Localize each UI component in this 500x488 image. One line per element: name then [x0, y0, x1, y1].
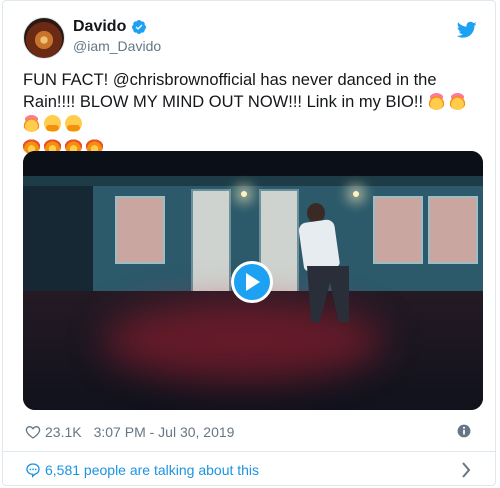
tweet-text: FUN FACT! @chrisbrownofficial has never …	[23, 71, 437, 111]
twitter-bird-icon[interactable]	[457, 21, 477, 39]
video-scene-window	[373, 196, 423, 264]
video-scene-roof	[23, 176, 483, 186]
info-icon[interactable]	[457, 424, 471, 438]
footer-divider	[3, 451, 495, 452]
exploding-head-emoji-icon	[427, 93, 445, 110]
tweet-meta: 23.1K 3:07 PM - Jul 30, 2019	[25, 422, 473, 442]
hugging-face-emoji-icon	[44, 115, 61, 132]
video-scene-door	[191, 189, 231, 293]
tweet-timestamp[interactable]: 3:07 PM - Jul 30, 2019	[94, 424, 235, 440]
video-scene-shadow	[23, 176, 93, 291]
hugging-face-emoji-icon	[65, 115, 82, 132]
conversation-link[interactable]: 6,581 people are talking about this	[25, 461, 473, 479]
user-handle[interactable]: @iam_Davido	[73, 38, 161, 54]
play-icon	[246, 273, 260, 291]
video-scene-lamp	[241, 191, 247, 197]
conversation-count-text[interactable]: 6,581 people are talking about this	[45, 462, 259, 478]
like-count[interactable]: 23.1K	[45, 424, 82, 440]
chevron-right-icon[interactable]	[461, 462, 471, 478]
display-name[interactable]: Davido	[73, 18, 126, 36]
play-button[interactable]	[231, 261, 273, 303]
avatar[interactable]	[23, 17, 65, 59]
tweet-card: Davido @iam_Davido FUN FACT! @chrisbrown…	[2, 0, 496, 486]
user-names: Davido @iam_Davido	[73, 18, 161, 54]
video-player[interactable]	[23, 151, 483, 410]
exploding-head-emoji-icon	[448, 93, 466, 110]
verified-badge-icon	[132, 20, 147, 34]
video-scene-lamp	[353, 191, 359, 197]
tweet-text-block: FUN FACT! @chrisbrownofficial has never …	[23, 69, 483, 157]
reply-bubble-icon	[26, 463, 40, 478]
exploding-head-emoji-icon	[23, 115, 40, 132]
video-scene-window	[428, 196, 478, 264]
video-scene-dancer-body	[297, 218, 341, 272]
display-name-row: Davido	[73, 18, 161, 36]
tweet-header: Davido @iam_Davido	[17, 13, 481, 63]
video-scene-window	[115, 196, 165, 264]
heart-icon[interactable]	[25, 424, 41, 440]
